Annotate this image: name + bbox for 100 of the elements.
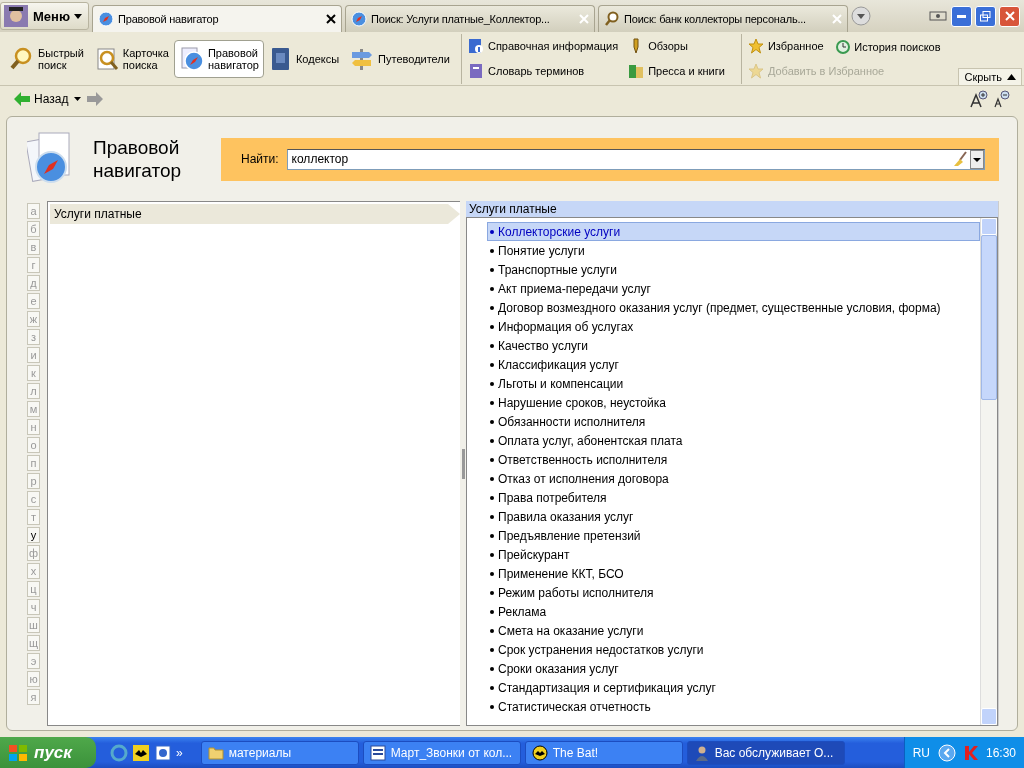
taskbar-button[interactable]: Март_Звонки от кол... xyxy=(362,740,521,765)
taskbar-button[interactable]: Вас обслуживает О... xyxy=(686,740,845,765)
tab-list-icon[interactable] xyxy=(851,6,871,26)
topic-item[interactable]: Коллекторские услуги xyxy=(487,222,980,241)
close-button[interactable] xyxy=(999,5,1020,27)
topic-label: Классификация услуг xyxy=(498,357,619,372)
toolbar-link[interactable]: История поисков xyxy=(834,39,941,55)
close-icon xyxy=(1004,11,1015,21)
topic-item[interactable]: Права потребителя xyxy=(487,488,980,507)
topic-item[interactable]: Нарушение сроков, неустойка xyxy=(487,393,980,412)
compass-icon xyxy=(98,11,114,27)
topic-item[interactable]: Информация об услугах xyxy=(487,317,980,336)
bullet-icon xyxy=(490,685,494,690)
bullet-icon xyxy=(490,609,494,614)
topic-item[interactable]: Правила оказания услуг xyxy=(487,507,980,526)
hide-button[interactable]: Скрыть xyxy=(958,68,1022,86)
topic-item[interactable]: Применение ККТ, БСО xyxy=(487,564,980,583)
letter-button[interactable]: у xyxy=(27,527,40,543)
search-input[interactable]: коллектор xyxy=(291,152,952,166)
topic-item[interactable]: Смета на оказание услуги xyxy=(487,621,980,640)
close-icon[interactable] xyxy=(326,14,336,24)
topic-item[interactable]: Качество услуги xyxy=(487,336,980,355)
toolbar-link[interactable]: Пресса и книги xyxy=(628,63,725,79)
toolbar-button[interactable]: Правовой навигатор xyxy=(173,39,264,78)
broom-icon[interactable] xyxy=(952,151,970,167)
toolbar-link[interactable]: Избранное xyxy=(747,38,824,54)
page-title: Правовой навигатор xyxy=(93,136,183,182)
tab-title: Поиск: Услуги платные_Коллектор... xyxy=(371,13,551,25)
topic-item[interactable]: Предъявление претензий xyxy=(487,526,980,545)
topic-label: Качество услуги xyxy=(498,338,589,353)
topic-label: Обязанности исполнителя xyxy=(498,414,646,429)
bat-icon[interactable] xyxy=(132,743,150,762)
topic-item[interactable]: Срок устранения недостатков услуги xyxy=(487,640,980,659)
restore-button[interactable] xyxy=(975,5,996,27)
topic-item[interactable]: Ответственность исполнителя xyxy=(487,450,980,469)
topic-label: Договор возмездного оказания услуг (предмет, существенные условия, форма) xyxy=(498,300,941,315)
professor-icon xyxy=(3,4,29,28)
bullet-icon xyxy=(490,552,494,557)
topic-item[interactable]: Реклама xyxy=(487,602,980,621)
taskbar-button[interactable]: The Bat! xyxy=(524,740,683,765)
topic-item[interactable]: Льготы и компенсации xyxy=(487,374,980,393)
more-icons[interactable]: » xyxy=(176,745,183,760)
bullet-icon xyxy=(490,400,494,405)
caret-icon[interactable] xyxy=(74,97,82,101)
tab-title: Поиск: банк коллекторы персональ... xyxy=(624,13,807,25)
topic-label: Срок устранения недостатков услуги xyxy=(498,642,704,657)
topic-label: Информация об услугах xyxy=(498,319,634,334)
taskbar-button[interactable]: материалы xyxy=(200,740,359,765)
app-icon[interactable] xyxy=(154,743,172,762)
history-icon xyxy=(834,39,851,55)
topic-item[interactable]: Акт приема-передачи услуг xyxy=(487,279,980,298)
compass-icon xyxy=(178,45,205,72)
bat-icon xyxy=(531,744,548,761)
toolbar-button[interactable]: Карточка поиска xyxy=(88,39,174,78)
toolbar-link[interactable]: Словарь терминов xyxy=(467,63,585,79)
scrollbar[interactable] xyxy=(980,218,997,725)
topic-item[interactable]: Статистическая отчетность xyxy=(487,697,980,716)
bullet-icon xyxy=(490,628,494,633)
font-decrease-icon[interactable] xyxy=(994,90,1010,108)
tab[interactable]: Поиск: Услуги платные_Коллектор... xyxy=(345,5,595,32)
tab[interactable]: Правовой навигатор xyxy=(92,5,342,32)
back-button[interactable]: Назад xyxy=(14,92,69,106)
topic-item[interactable]: Режим работы исполнителя xyxy=(487,583,980,602)
bullet-icon xyxy=(490,647,494,652)
dropdown-icon[interactable] xyxy=(970,149,984,169)
windows-logo-icon xyxy=(8,743,28,762)
topic-label: Стандартизация и сертификация услуг xyxy=(498,680,716,695)
topic-item[interactable]: Договор возмездного оказания услуг (предмет, существенные условия, форма) xyxy=(487,298,980,317)
font-increase-icon[interactable] xyxy=(970,90,988,108)
topic-label: Ответственность исполнителя xyxy=(498,452,668,467)
toolbar-button[interactable]: Путеводители xyxy=(344,39,455,78)
topic-item[interactable]: Понятие услуги xyxy=(487,241,980,260)
topic-item[interactable]: Транспортные услуги xyxy=(487,260,980,279)
topic-item[interactable]: Обязанности исполнителя xyxy=(487,412,980,431)
topic-item[interactable]: Прейскурант xyxy=(487,545,980,564)
minimize-icon xyxy=(957,14,966,18)
search-icon xyxy=(604,11,620,27)
topic-label: Права потребителя xyxy=(498,490,607,505)
topic-item[interactable]: Отказ от исполнения договора xyxy=(487,469,980,488)
toolbar-link[interactable]: Справочная информация xyxy=(467,38,619,54)
topic-item[interactable]: Оплата услуг, абонентская плата xyxy=(487,431,980,450)
expand-tray-icon[interactable] xyxy=(937,743,956,762)
menu-button[interactable]: Меню xyxy=(0,2,89,30)
topic-item[interactable]: Стандартизация и сертификация услуг xyxy=(487,678,980,697)
topic-label: Прейскурант xyxy=(498,547,570,562)
toolbar-button[interactable]: Кодексы xyxy=(263,39,345,78)
bullet-icon xyxy=(490,438,494,443)
books-icon xyxy=(628,63,645,79)
toolbar-link[interactable]: Обзоры xyxy=(628,38,688,54)
topic-label: Статистическая отчетность xyxy=(498,699,651,714)
toolbar-button[interactable]: Быстрый поиск xyxy=(4,39,89,78)
minimize-button[interactable] xyxy=(951,5,972,27)
search-field[interactable]: коллектор xyxy=(286,148,985,170)
bullet-icon xyxy=(490,666,494,671)
tab[interactable]: Поиск: банк коллекторы персональ... xyxy=(598,5,848,32)
splitter-grip[interactable] xyxy=(461,448,465,479)
topic-item[interactable]: Сроки оказания услуг xyxy=(487,659,980,678)
topic-item[interactable]: Классификация услуг xyxy=(487,355,980,374)
keyword-item[interactable]: Услуги платные xyxy=(50,204,460,224)
bullet-icon xyxy=(490,476,494,481)
